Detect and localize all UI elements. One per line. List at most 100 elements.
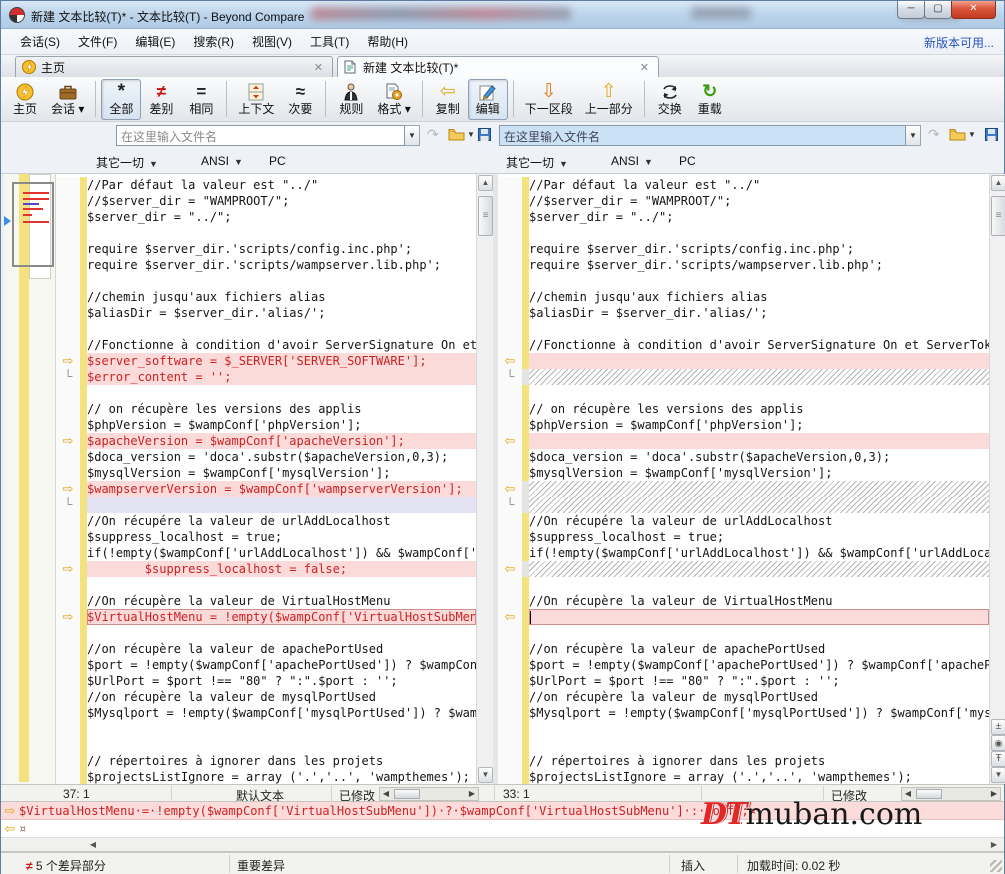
code-line[interactable]: //on récupère la valeur de mysqlPortUsed: [56, 689, 476, 705]
right-editor-pane[interactable]: //Par défaut la valeur est "../"//$serve…: [498, 174, 1005, 784]
code-line[interactable]: require $server_dir.'scripts/config.inc.…: [56, 241, 476, 257]
code-line[interactable]: require $server_dir.'scripts/wampserver.…: [498, 257, 989, 273]
code-line[interactable]: //Par défaut la valeur est "../": [56, 177, 476, 193]
code-line[interactable]: $aliasDir = $server_dir.'alias/';: [498, 305, 989, 321]
code-line[interactable]: // on récupère les versions des applis: [498, 401, 989, 417]
scroll-last-diff-icon[interactable]: Ŧ: [991, 751, 1005, 767]
menu-item-4[interactable]: 视图(V): [243, 29, 301, 54]
code-line[interactable]: //Fonctionne à condition d'avoir ServerS…: [498, 337, 989, 353]
right-filename-dropdown[interactable]: ▼: [906, 125, 921, 146]
code-line[interactable]: //On récupére la valeur de urlAddLocalho…: [56, 513, 476, 529]
scroll-up-icon[interactable]: ▲: [478, 175, 493, 191]
code-line[interactable]: $Mysqlport = !empty($wampConf['mysqlPort…: [56, 705, 476, 721]
scroll-thumb[interactable]: [478, 196, 493, 236]
code-line[interactable]: //Fonctionne à condition d'avoir ServerS…: [56, 337, 476, 353]
code-line[interactable]: [498, 577, 989, 593]
code-line[interactable]: //On récupére la valeur de urlAddLocalho…: [498, 513, 989, 529]
right-format-everything-button[interactable]: 其它一切▼: [506, 154, 568, 171]
code-line[interactable]: ⇨$VirtualHostMenu = !empty($wampConf['Vi…: [56, 609, 476, 625]
scroll-up-icon[interactable]: ▲: [991, 175, 1005, 191]
code-line[interactable]: ⇦: [498, 481, 989, 497]
right-open-folder-icon[interactable]: [949, 128, 966, 141]
code-line[interactable]: [498, 721, 989, 737]
code-line[interactable]: $projectsListIgnore = array ('.','..', '…: [56, 769, 476, 784]
code-line[interactable]: ⇦: [498, 353, 989, 369]
code-line[interactable]: [56, 385, 476, 401]
left-open-caret-icon[interactable]: ▼: [467, 130, 475, 139]
code-line[interactable]: [56, 225, 476, 241]
code-line[interactable]: $mysqlVersion = $wampConf['mysqlVersion'…: [56, 465, 476, 481]
menu-item-1[interactable]: 文件(F): [69, 29, 126, 54]
code-line[interactable]: $suppress_localhost = true;: [498, 529, 989, 545]
left-line-ending-button[interactable]: PC: [269, 154, 286, 168]
code-line[interactable]: require $server_dir.'scripts/config.inc.…: [498, 241, 989, 257]
code-line[interactable]: $Mysqlport = !empty($wampConf['mysqlPort…: [498, 705, 989, 721]
code-line[interactable]: if(!empty($wampConf['urlAddLocalhost']) …: [56, 545, 476, 561]
code-line[interactable]: $doca_version = 'doca'.substr($apacheVer…: [56, 449, 476, 465]
code-line[interactable]: ⇨$wampserverVersion = $wampConf['wampser…: [56, 481, 476, 497]
code-line[interactable]: require $server_dir.'scripts/wampserver.…: [56, 257, 476, 273]
code-line[interactable]: //on récupère la valeur de apachePortUse…: [498, 641, 989, 657]
right-vertical-scrollbar[interactable]: ▲ ± ◉ Ŧ ▼: [989, 174, 1005, 784]
right-filename-input[interactable]: 在这里输入文件名: [499, 125, 906, 146]
code-line[interactable]: ⇨ $suppress_localhost = false;: [56, 561, 476, 577]
code-line[interactable]: ⇦: [498, 561, 989, 577]
code-line[interactable]: └: [56, 497, 476, 513]
code-line[interactable]: $doca_version = 'doca'.substr($apacheVer…: [498, 449, 989, 465]
toolbar-button-format[interactable]: 格式 ▾: [371, 79, 416, 120]
left-vertical-scrollbar[interactable]: ▲ ▼: [476, 174, 493, 784]
code-line[interactable]: ⇦: [498, 609, 989, 625]
code-line[interactable]: $projectsListIgnore = array ('.','..', '…: [498, 769, 989, 784]
toolbar-button-home[interactable]: 主页: [5, 79, 45, 120]
scroll-current-diff-icon[interactable]: ◉: [991, 735, 1005, 751]
code-line[interactable]: // répertoires à ignorer dans les projet…: [56, 753, 476, 769]
code-line[interactable]: └$error_content = '';: [56, 369, 476, 385]
minimap-viewport[interactable]: [12, 182, 54, 267]
menu-item-2[interactable]: 编辑(E): [126, 29, 184, 54]
toolbar-button-minor[interactable]: ≈次要: [280, 79, 320, 120]
toolbar-button-reload[interactable]: ↻重载: [690, 79, 730, 120]
toolbar-button-swap[interactable]: 交换: [650, 79, 690, 120]
code-line[interactable]: [498, 273, 989, 289]
left-format-everything-button[interactable]: 其它一切▼: [96, 154, 158, 171]
left-encoding-button[interactable]: ANSI▼: [201, 154, 243, 168]
code-line[interactable]: // répertoires à ignorer dans les projet…: [498, 753, 989, 769]
toolbar-button-edit[interactable]: 编辑: [468, 79, 508, 120]
left-save-icon[interactable]: [478, 128, 491, 141]
left-filename-input[interactable]: 在这里输入文件名: [116, 125, 405, 146]
code-line[interactable]: └: [498, 497, 989, 513]
tab-close-icon[interactable]: ✕: [311, 61, 326, 74]
resize-grip[interactable]: [990, 860, 1002, 872]
scroll-down-icon[interactable]: ▼: [991, 767, 1005, 783]
code-line[interactable]: $UrlPort = $port !== "80" ? ":".$port : …: [56, 673, 476, 689]
update-available-link[interactable]: 新版本可用...: [924, 34, 994, 51]
toolbar-button-next-section[interactable]: ⇩下一区段: [519, 79, 579, 120]
toolbar-button-copy[interactable]: ⇦复制: [428, 79, 468, 120]
toolbar-button-sessions[interactable]: 会话 ▾: [45, 79, 90, 120]
menu-item-3[interactable]: 搜索(R): [184, 29, 243, 54]
code-line[interactable]: //On récupère la valeur de VirtualHostMe…: [498, 593, 989, 609]
toolbar-button-same[interactable]: =相同: [181, 79, 221, 120]
code-line[interactable]: ⇦: [498, 433, 989, 449]
right-line-ending-button[interactable]: PC: [679, 154, 696, 168]
code-line[interactable]: ⇨$server_software = $_SERVER['SERVER_SOF…: [56, 353, 476, 369]
tab-home[interactable]: 主页✕: [15, 56, 333, 77]
code-line[interactable]: // on récupère les versions des applis: [56, 401, 476, 417]
toolbar-button-all[interactable]: *全部: [101, 79, 141, 120]
toolbar-button-rules[interactable]: 规则: [331, 79, 371, 120]
detail-horizontal-scrollbar[interactable]: ◀ ▶: [1, 838, 1004, 852]
code-line[interactable]: //$server_dir = "WAMPROOT/";: [56, 193, 476, 209]
code-line[interactable]: $port = !empty($wampConf['apachePortUsed…: [498, 657, 989, 673]
toolbar-button-context[interactable]: 上下文: [232, 79, 280, 120]
code-line[interactable]: $port = !empty($wampConf['apachePortUsed…: [56, 657, 476, 673]
code-line[interactable]: [498, 225, 989, 241]
code-line[interactable]: //Par défaut la valeur est "../": [498, 177, 989, 193]
code-line[interactable]: $phpVersion = $wampConf['phpVersion'];: [498, 417, 989, 433]
toolbar-button-prev-part[interactable]: ⇧上一部分: [579, 79, 639, 120]
code-line[interactable]: [56, 625, 476, 641]
left-filename-dropdown[interactable]: ▼: [405, 125, 420, 146]
code-line[interactable]: $server_dir = "../";: [498, 209, 989, 225]
code-line[interactable]: $aliasDir = $server_dir.'alias/';: [56, 305, 476, 321]
code-line[interactable]: [56, 737, 476, 753]
code-line[interactable]: $phpVersion = $wampConf['phpVersion'];: [56, 417, 476, 433]
